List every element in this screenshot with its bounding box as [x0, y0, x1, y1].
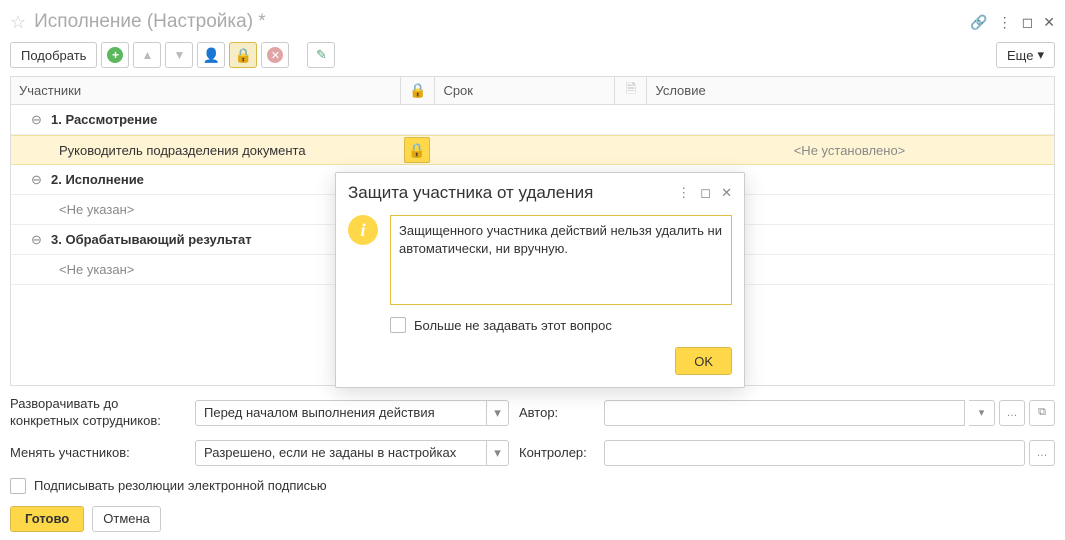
dialog-maximize-icon[interactable]: ◻ [700, 185, 711, 201]
document-icon: 🗎 [626, 80, 636, 102]
x-icon: ✕ [267, 47, 283, 63]
ok-button[interactable]: OK [675, 347, 732, 375]
sign-label: Подписывать резолюции электронной подпис… [34, 478, 327, 493]
author-label: Автор: [519, 405, 594, 420]
table-row[interactable]: ⊖1. Рассмотрение [11, 105, 1054, 135]
expand-label: Разворачивать до конкретных сотрудников: [10, 396, 185, 430]
move-down-button[interactable]: ▼ [165, 42, 193, 68]
lock-icon: 🔒 [409, 82, 426, 99]
expand-dropdown-button[interactable]: ▾ [487, 400, 509, 426]
col-lock[interactable]: 🔒 [401, 77, 435, 104]
change-dropdown-button[interactable]: ▾ [487, 440, 509, 466]
lock-badge[interactable]: 🔒 [404, 137, 430, 163]
person-icon: 👤 [203, 47, 220, 64]
person-button[interactable]: 👤 [197, 42, 225, 68]
link-icon[interactable]: 🔗 [970, 14, 987, 31]
controller-ellipsis-button[interactable]: … [1029, 440, 1055, 466]
expand-select[interactable]: Перед началом выполнения действия [195, 400, 487, 426]
controller-label: Контролер: [519, 445, 594, 460]
change-label: Менять участников: [10, 445, 185, 460]
plus-icon: + [107, 47, 123, 63]
favorite-star-icon[interactable]: ☆ [10, 12, 26, 33]
col-participants[interactable]: Участники [11, 77, 401, 104]
author-input[interactable] [604, 400, 965, 426]
cancel-button[interactable]: Отмена [92, 506, 161, 532]
close-icon[interactable]: ✕ [1043, 14, 1055, 31]
dont-ask-label: Больше не задавать этот вопрос [414, 318, 612, 333]
dont-ask-checkbox[interactable] [390, 317, 406, 333]
dialog-kebab-icon[interactable]: ⋮ [677, 185, 690, 201]
kebab-menu-icon[interactable]: ⋮ [998, 14, 1012, 31]
maximize-icon[interactable]: ◻ [1022, 14, 1034, 31]
done-button[interactable]: Готово [10, 506, 84, 532]
col-deadline[interactable]: Срок [435, 77, 615, 104]
author-expand-button[interactable]: ⧉ [1029, 400, 1055, 426]
collapse-icon[interactable]: ⊖ [31, 112, 45, 128]
change-select[interactable]: Разрешено, если не заданы в настройках [195, 440, 487, 466]
lock-button[interactable]: 🔒 [229, 42, 257, 68]
delete-button[interactable]: ✕ [261, 42, 289, 68]
col-condition[interactable]: Условие [647, 77, 1054, 104]
collapse-icon[interactable]: ⊖ [31, 232, 45, 248]
notes-button[interactable]: ✎ [307, 42, 335, 68]
table-row-selected[interactable]: Руководитель подразделения документа 🔒 <… [11, 135, 1054, 165]
arrow-up-icon: ▲ [142, 48, 154, 62]
arrow-down-icon: ▼ [174, 48, 186, 62]
sign-checkbox[interactable] [10, 478, 26, 494]
pencil-icon: ✎ [316, 47, 327, 63]
protection-dialog: Защита участника от удаления ⋮ ◻ ✕ i Защ… [335, 172, 745, 388]
author-dropdown-button[interactable]: ▾ [969, 400, 995, 426]
lock-icon: 🔒 [235, 47, 252, 64]
chevron-down-icon: ▾ [1037, 47, 1044, 63]
info-icon: i [348, 215, 378, 245]
collapse-icon[interactable]: ⊖ [31, 172, 45, 188]
move-up-button[interactable]: ▲ [133, 42, 161, 68]
add-button[interactable]: + [101, 42, 129, 68]
more-button[interactable]: Еще▾ [996, 42, 1055, 68]
dialog-close-icon[interactable]: ✕ [721, 185, 732, 201]
window-title: Исполнение (Настройка) * [34, 11, 970, 33]
author-ellipsis-button[interactable]: … [999, 400, 1025, 426]
controller-input[interactable] [604, 440, 1025, 466]
lock-icon: 🔒 [408, 142, 425, 159]
dialog-message[interactable]: Защищенного участника действий нельзя уд… [390, 215, 732, 305]
dialog-title: Защита участника от удаления [348, 183, 593, 203]
pick-button[interactable]: Подобрать [10, 42, 97, 68]
col-doc[interactable]: 🗎 [615, 77, 647, 104]
